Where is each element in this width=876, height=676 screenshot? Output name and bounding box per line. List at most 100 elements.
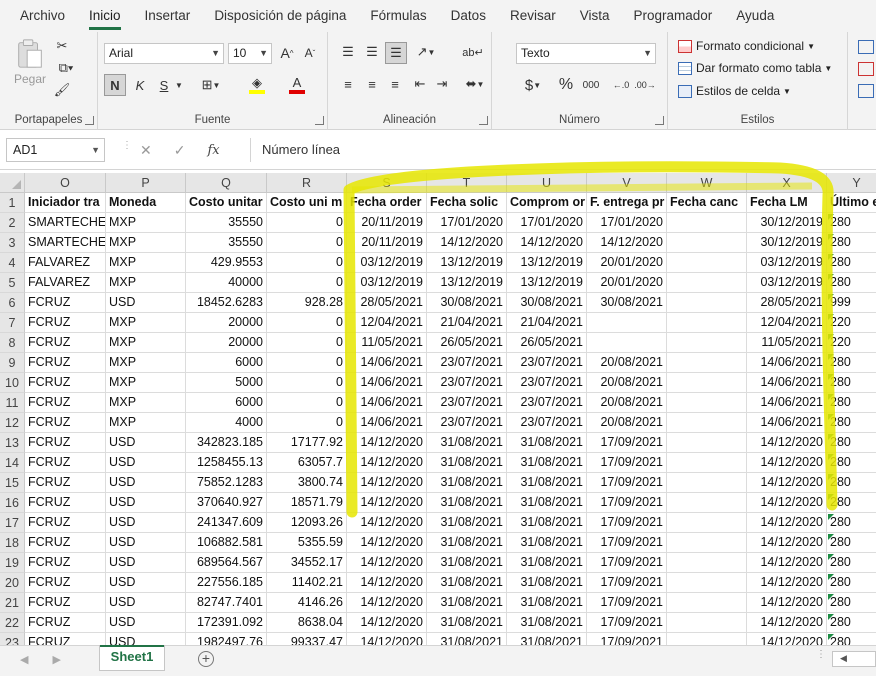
table-cell[interactable]: 14/12/2020 <box>347 633 427 645</box>
table-cell[interactable]: MXP <box>106 213 186 233</box>
table-cell[interactable]: 280 <box>827 633 876 645</box>
table-cell[interactable]: 6000 <box>186 353 267 373</box>
table-cell[interactable]: 6000 <box>186 393 267 413</box>
row-header[interactable]: 5 <box>0 273 25 293</box>
table-cell[interactable] <box>667 293 747 313</box>
table-cell[interactable]: 18452.6283 <box>186 293 267 313</box>
table-cell[interactable]: USD <box>106 293 186 313</box>
table-cell[interactable]: USD <box>106 453 186 473</box>
table-cell[interactable]: 75852.1283 <box>186 473 267 493</box>
table-cell[interactable]: 21/04/2021 <box>507 313 587 333</box>
table-cell[interactable]: FCRUZ <box>25 373 106 393</box>
table-cell[interactable]: 280 <box>827 513 876 533</box>
increase-decimal-icon[interactable]: ←.0 <box>610 74 632 96</box>
table-cell[interactable]: 23/07/2021 <box>507 413 587 433</box>
table-cell[interactable]: 280 <box>827 273 876 293</box>
table-cell[interactable]: 31/08/2021 <box>427 553 507 573</box>
table-cell[interactable]: FCRUZ <box>25 413 106 433</box>
table-cell[interactable]: 0 <box>267 273 347 293</box>
table-cell[interactable]: 12/04/2021 <box>347 313 427 333</box>
table-cell[interactable]: 14/12/2020 <box>347 533 427 553</box>
table-cell[interactable]: 26/05/2021 <box>427 333 507 353</box>
table-cell[interactable]: 23/07/2021 <box>507 373 587 393</box>
table-cell[interactable]: MXP <box>106 253 186 273</box>
align-center-icon[interactable]: ≡ <box>362 74 382 94</box>
previous-sheet-icon[interactable]: ◀ <box>20 653 28 666</box>
table-cell[interactable]: 14/06/2021 <box>347 393 427 413</box>
table-cell[interactable]: 20/08/2021 <box>587 373 667 393</box>
row-header[interactable]: 19 <box>0 553 25 573</box>
menu-tab-insertar[interactable]: Insertar <box>133 0 203 32</box>
conditional-format-button[interactable]: Formato condicional ▼ <box>678 37 815 55</box>
table-cell[interactable]: FCRUZ <box>25 453 106 473</box>
column-header-o[interactable]: O <box>25 173 106 193</box>
table-cell[interactable]: USD <box>106 493 186 513</box>
row-header[interactable]: 7 <box>0 313 25 333</box>
table-cell[interactable]: 03/12/2019 <box>347 253 427 273</box>
table-cell[interactable]: 14/06/2021 <box>347 373 427 393</box>
table-cell[interactable]: 31/08/2021 <box>507 493 587 513</box>
table-cell[interactable]: 0 <box>267 233 347 253</box>
table-cell[interactable]: 4000 <box>186 413 267 433</box>
decrease-indent-icon[interactable]: ⇤ <box>410 74 430 94</box>
table-cell[interactable]: FALVAREZ <box>25 273 106 293</box>
table-cell[interactable]: FCRUZ <box>25 513 106 533</box>
row-header[interactable]: 18 <box>0 533 25 553</box>
table-cell[interactable]: 280 <box>827 533 876 553</box>
table-cell[interactable]: USD <box>106 633 186 645</box>
table-cell[interactable] <box>667 213 747 233</box>
row-header[interactable]: 13 <box>0 433 25 453</box>
table-cell[interactable]: 99337.47 <box>267 633 347 645</box>
table-cell[interactable]: 14/06/2021 <box>347 353 427 373</box>
number-format-combo[interactable]: Texto ▼ <box>516 43 656 64</box>
table-cell[interactable]: 18571.79 <box>267 493 347 513</box>
table-cell[interactable]: FCRUZ <box>25 493 106 513</box>
table-cell[interactable]: 14/12/2020 <box>747 593 827 613</box>
table-cell[interactable]: 14/12/2020 <box>347 613 427 633</box>
table-cell[interactable]: 17/09/2021 <box>587 473 667 493</box>
delete-cells-icon[interactable] <box>858 62 874 76</box>
table-cell[interactable]: 17/09/2021 <box>587 553 667 573</box>
alignment-launcher-icon[interactable] <box>479 116 488 125</box>
menu-tab-inicio[interactable]: Inicio <box>77 0 133 32</box>
fill-color-icon[interactable]: ◈ <box>242 74 272 96</box>
table-cell[interactable] <box>667 313 747 333</box>
table-cell[interactable]: 03/12/2019 <box>347 273 427 293</box>
table-cell[interactable]: FCRUZ <box>25 593 106 613</box>
table-cell[interactable]: 28/05/2021 <box>347 293 427 313</box>
table-cell[interactable] <box>667 513 747 533</box>
grow-font-icon[interactable]: A ^ <box>278 43 296 63</box>
format-painter-icon[interactable]: 🖌 <box>54 82 71 98</box>
table-cell[interactable]: 20/01/2020 <box>587 253 667 273</box>
table-cell[interactable]: 31/08/2021 <box>507 553 587 573</box>
table-cell[interactable]: FCRUZ <box>25 553 106 573</box>
row-header[interactable]: 3 <box>0 233 25 253</box>
table-cell[interactable] <box>667 493 747 513</box>
row-header[interactable]: 4 <box>0 253 25 273</box>
table-cell[interactable]: 13/12/2019 <box>427 273 507 293</box>
table-cell[interactable]: USD <box>106 473 186 493</box>
table-cell[interactable]: 1982497.76 <box>186 633 267 645</box>
table-cell[interactable]: 280 <box>827 573 876 593</box>
table-cell[interactable]: 31/08/2021 <box>427 473 507 493</box>
row-header[interactable]: 14 <box>0 453 25 473</box>
table-cell[interactable]: FCRUZ <box>25 573 106 593</box>
table-cell[interactable]: 280 <box>827 473 876 493</box>
table-cell[interactable]: 17/09/2021 <box>587 433 667 453</box>
table-cell[interactable]: 241347.609 <box>186 513 267 533</box>
table-cell[interactable]: 0 <box>267 253 347 273</box>
table-cell[interactable]: 280 <box>827 613 876 633</box>
number-launcher-icon[interactable] <box>655 116 664 125</box>
table-cell[interactable]: 30/08/2021 <box>427 293 507 313</box>
row-header[interactable]: 2 <box>0 213 25 233</box>
table-cell[interactable]: USD <box>106 613 186 633</box>
table-cell[interactable]: 34552.17 <box>267 553 347 573</box>
menu-tab-ayuda[interactable]: Ayuda <box>724 0 786 32</box>
table-cell[interactable]: 30/12/2019 <box>747 233 827 253</box>
table-cell[interactable] <box>667 253 747 273</box>
table-cell[interactable]: FCRUZ <box>25 393 106 413</box>
menu-tab-vista[interactable]: Vista <box>568 0 622 32</box>
table-cell[interactable]: 20/08/2021 <box>587 413 667 433</box>
table-cell[interactable]: 11402.21 <box>267 573 347 593</box>
cancel-icon[interactable]: ✕ <box>140 142 152 159</box>
